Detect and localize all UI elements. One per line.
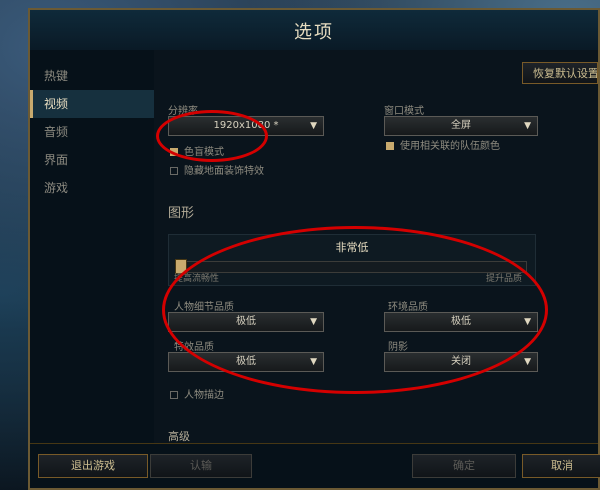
- shadows-label: 阴影: [388, 342, 408, 353]
- slider-min-label: 提高流畅性: [174, 274, 220, 284]
- video-settings-panel: 恢复默认设置 分辨率 1920x1080 * ▼ 窗口模式 全屏 ▼ 色盲模式 …: [154, 50, 598, 444]
- dropdown-arrow-icon: ▼: [524, 317, 531, 327]
- options-sidebar: 热键 视频 音频 界面 游戏: [30, 50, 155, 444]
- effects-quality-value: 极低: [236, 356, 256, 367]
- sidebar-item-interface[interactable]: 界面: [30, 146, 154, 174]
- dropdown-arrow-icon: ▼: [310, 121, 317, 131]
- resolution-label: 分辨率: [168, 106, 198, 117]
- restore-defaults-button[interactable]: 恢复默认设置: [522, 62, 598, 84]
- graphics-quality-slider[interactable]: [177, 261, 527, 273]
- window-mode-select[interactable]: 全屏 ▼: [384, 116, 538, 136]
- environment-quality-value: 极低: [451, 316, 471, 327]
- shadows-value: 关闭: [451, 356, 471, 367]
- colorblind-mode-row[interactable]: 色盲模式: [170, 143, 224, 158]
- dropdown-arrow-icon: ▼: [310, 317, 317, 327]
- dropdown-arrow-icon: ▼: [310, 357, 317, 367]
- environment-quality-select[interactable]: 极低 ▼: [384, 312, 538, 332]
- character-inking-checkbox[interactable]: [170, 391, 178, 399]
- sidebar-item-game[interactable]: 游戏: [30, 174, 154, 202]
- resolution-value: 1920x1080 *: [213, 120, 279, 131]
- colorblind-label: 色盲模式: [184, 147, 224, 158]
- team-colors-label: 使用相关联的队伍颜色: [400, 141, 500, 152]
- surrender-button[interactable]: 认输: [150, 454, 252, 478]
- options-footer: 退出游戏 认输 确定 取消: [30, 443, 600, 488]
- window-titlebar: 选项: [30, 10, 598, 51]
- character-inking-row[interactable]: 人物描边: [170, 386, 224, 401]
- cancel-button[interactable]: 取消: [522, 454, 600, 478]
- effects-quality-label: 特效品质: [174, 342, 214, 353]
- sidebar-item-hotkeys[interactable]: 热键: [30, 62, 154, 90]
- ok-button[interactable]: 确定: [412, 454, 516, 478]
- character-quality-value: 极低: [236, 316, 256, 327]
- team-colors-checkbox[interactable]: [386, 142, 394, 150]
- effects-quality-select[interactable]: 极低 ▼: [168, 352, 324, 372]
- window-mode-label: 窗口模式: [384, 106, 424, 117]
- sidebar-item-audio[interactable]: 音频: [30, 118, 154, 146]
- hide-eye-candy-row[interactable]: 隐藏地面装饰特效: [170, 162, 264, 177]
- graphics-quality-panel: 非常低: [168, 234, 536, 286]
- character-quality-select[interactable]: 极低 ▼: [168, 312, 324, 332]
- team-colors-row[interactable]: 使用相关联的队伍颜色: [386, 137, 500, 152]
- window-title: 选项: [294, 22, 334, 43]
- exit-game-button[interactable]: 退出游戏: [38, 454, 148, 478]
- environment-quality-label: 环境品质: [388, 302, 428, 313]
- slider-max-label: 提升品质: [486, 274, 523, 284]
- graphics-section-title: 图形: [168, 206, 195, 221]
- window-mode-value: 全屏: [451, 120, 471, 131]
- hide-eye-candy-checkbox[interactable]: [170, 167, 178, 175]
- hide-eye-candy-label: 隐藏地面装饰特效: [184, 166, 264, 177]
- sidebar-item-video[interactable]: 视频: [30, 90, 154, 118]
- options-window: 选项 热键 视频 音频 界面 游戏 恢复默认设置 分辨率 1920x1080 *…: [28, 8, 600, 490]
- dropdown-arrow-icon: ▼: [524, 121, 531, 131]
- shadows-select[interactable]: 关闭 ▼: [384, 352, 538, 372]
- graphics-quality-value: 非常低: [335, 241, 369, 254]
- character-inking-label: 人物描边: [184, 390, 224, 401]
- colorblind-checkbox[interactable]: [170, 148, 178, 156]
- resolution-select[interactable]: 1920x1080 * ▼: [168, 116, 324, 136]
- advanced-section-title: 高级: [168, 430, 190, 443]
- character-quality-label: 人物细节品质: [174, 302, 234, 313]
- dropdown-arrow-icon: ▼: [524, 357, 531, 367]
